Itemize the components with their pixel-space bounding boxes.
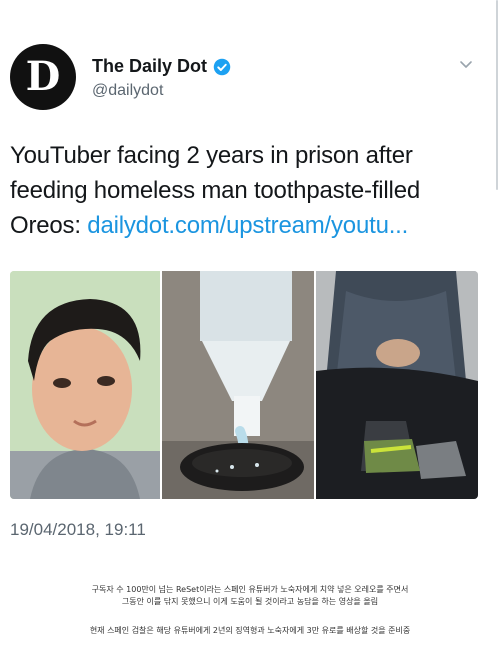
- author-name[interactable]: The Daily Dot: [92, 56, 207, 77]
- tweet-card: D The Daily Dot @dailydot YouTuber facin…: [0, 0, 500, 556]
- caption-line: 구독자 수 100만이 넘는 ReSet이라는 스페인 유튜버가 노숙자에게 치…: [91, 585, 409, 594]
- tweet-text: YouTuber facing 2 years in prison after …: [10, 138, 490, 243]
- caption-line: 현재 스페인 검찰은 해당 유튜버에게 2년의 징역형과 노숙자에게 3만 유로…: [89, 626, 411, 635]
- author-avatar[interactable]: D: [10, 44, 76, 110]
- homeless-man-photo[interactable]: [316, 271, 478, 499]
- article-link[interactable]: dailydot.com/upstream/youtu...: [87, 212, 408, 239]
- tweet-timestamp[interactable]: 19/04/2018, 19:11: [10, 520, 146, 540]
- author-handle[interactable]: @dailydot: [92, 82, 163, 100]
- tweet-text-line: Oreos: dailydot.com/upstream/youtu...: [10, 208, 490, 243]
- scrollbar[interactable]: [496, 0, 498, 190]
- author-name-row[interactable]: The Daily Dot: [92, 56, 231, 77]
- caption-line: 그동안 이를 닦지 못했으니 이게 도움이 될 것이라고 농담을 하는 영상을 …: [121, 597, 379, 606]
- avatar-letter: D: [25, 53, 61, 100]
- chevron-down-icon[interactable]: [458, 56, 474, 72]
- tweet-text-line: YouTuber facing 2 years in prison after: [10, 142, 413, 169]
- tweet-text-fragment: Oreos:: [10, 212, 88, 239]
- tweet-text-line: feeding homeless man toothpaste-filled: [10, 177, 420, 204]
- toothpaste-oreo-photo[interactable]: [162, 271, 314, 499]
- youtuber-face-photo[interactable]: [10, 271, 160, 499]
- verified-badge-icon: [213, 58, 231, 75]
- media-grid[interactable]: [10, 271, 478, 499]
